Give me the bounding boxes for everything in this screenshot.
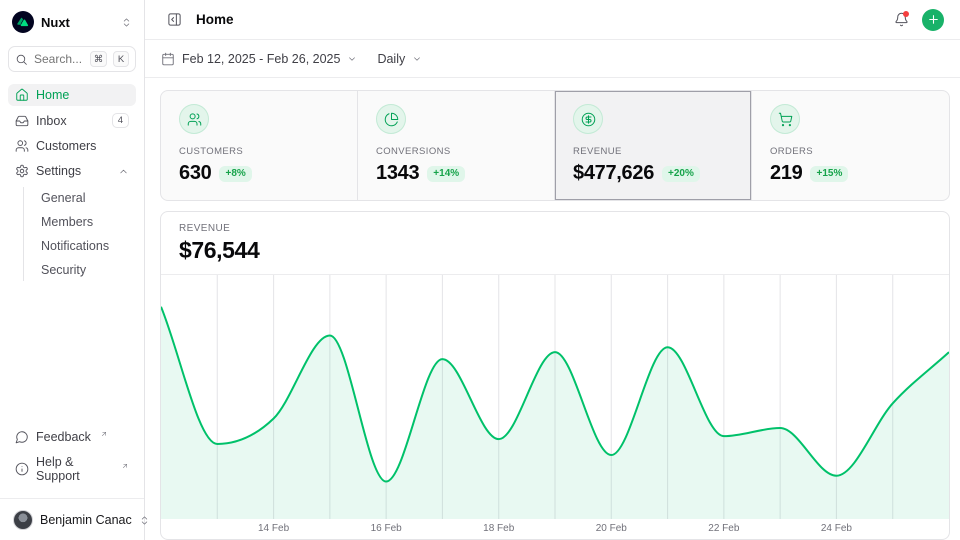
stat-value: 630 [179, 162, 211, 185]
notification-dot [903, 11, 909, 17]
x-axis-label: 14 Feb [258, 523, 289, 534]
kbd-k: K [113, 51, 129, 67]
help-support-link[interactable]: Help & Support [8, 451, 136, 487]
nuxt-logo [12, 11, 34, 33]
stat-value: 1343 [376, 162, 419, 185]
sidebar-item-customers[interactable]: Customers [8, 135, 136, 157]
user-name: Benjamin Canac [40, 513, 132, 527]
dashboard-app: Nuxt ⌘ K Home Inbo [0, 0, 960, 540]
workspace-name: Nuxt [41, 15, 70, 30]
chart-x-axis: 14 Feb 16 Feb 18 Feb 20 Feb 22 Feb 24 Feb [161, 519, 949, 539]
date-range-value: Feb 12, 2025 - Feb 26, 2025 [182, 52, 340, 66]
inbox-count-badge: 4 [112, 113, 129, 128]
period-select[interactable]: Daily [377, 52, 422, 66]
revenue-chart-card: REVENUE $76,544 14 Feb 16 Feb 18 Feb 20 Feb… [160, 211, 950, 540]
chevron-down-icon [412, 54, 422, 64]
users-icon [15, 139, 29, 153]
search-input[interactable] [34, 52, 84, 66]
stat-card-revenue[interactable]: REVENUE $477,626 +20% [555, 91, 752, 200]
footer-link-label: Feedback [36, 430, 91, 444]
page-header: Home [145, 0, 960, 40]
search-box[interactable]: ⌘ K [8, 46, 136, 72]
content: CUSTOMERS 630 +8% CONVERSIONS 1343 +14% [145, 78, 960, 540]
stat-value: 219 [770, 162, 802, 185]
chart-canvas[interactable] [161, 275, 949, 519]
add-button[interactable] [922, 9, 944, 31]
stat-label: REVENUE [573, 146, 733, 157]
external-link-icon [121, 462, 129, 470]
settings-sub-nav: General Members Notifications Security [23, 187, 136, 281]
sidebar-item-settings[interactable]: Settings [8, 160, 136, 182]
sidebar-item-general[interactable]: General [35, 187, 136, 209]
notifications-button[interactable] [888, 7, 914, 33]
sidebar-item-security[interactable]: Security [35, 259, 136, 281]
sidebar-item-label: Inbox [36, 114, 67, 128]
main-area: Home Fe [145, 0, 960, 540]
external-link-icon [100, 430, 108, 438]
stat-delta-badge: +14% [427, 166, 465, 182]
stat-delta-badge: +20% [662, 166, 700, 182]
x-axis-label: 24 Feb [821, 523, 852, 534]
sidebar-item-label: Settings [36, 164, 81, 178]
chart-metric-value: $76,544 [179, 237, 931, 264]
x-axis-label: 18 Feb [483, 523, 514, 534]
dollar-circle-icon [573, 104, 603, 134]
avatar [13, 510, 33, 530]
sidebar-item-home[interactable]: Home [8, 84, 136, 106]
stat-label: ORDERS [770, 146, 931, 157]
calendar-icon [161, 52, 175, 66]
sidebar-collapse-button[interactable] [161, 7, 187, 33]
pie-chart-icon [376, 104, 406, 134]
stat-delta-badge: +8% [219, 166, 251, 182]
feedback-link[interactable]: Feedback [8, 426, 136, 448]
footer-link-label: Help & Support [36, 455, 112, 483]
stat-label: CUSTOMERS [179, 146, 339, 157]
x-axis-label: 22 Feb [708, 523, 739, 534]
sidebar: Nuxt ⌘ K Home Inbo [0, 0, 145, 540]
chevron-up-icon [118, 166, 129, 177]
search-icon [15, 53, 28, 66]
stat-card-conversions[interactable]: CONVERSIONS 1343 +14% [358, 91, 555, 200]
stat-label: CONVERSIONS [376, 146, 536, 157]
message-circle-icon [15, 430, 29, 444]
stat-delta-badge: +15% [810, 166, 848, 182]
sidebar-divider [0, 498, 144, 499]
panel-left-close-icon [167, 12, 182, 27]
page-title: Home [196, 12, 234, 27]
sidebar-item-label: Customers [36, 139, 96, 153]
chevron-down-icon [347, 54, 357, 64]
filter-toolbar: Feb 12, 2025 - Feb 26, 2025 Daily [145, 40, 960, 78]
x-axis-label: 16 Feb [371, 523, 402, 534]
sidebar-item-notifications[interactable]: Notifications [35, 235, 136, 257]
period-value: Daily [377, 52, 405, 66]
sidebar-item-inbox[interactable]: Inbox 4 [8, 109, 136, 132]
gear-icon [15, 164, 29, 178]
user-menu[interactable]: Benjamin Canac [8, 502, 136, 532]
sidebar-footer: Feedback Help & Support Benjamin Canac [8, 426, 136, 532]
workspace-switcher[interactable]: Nuxt [8, 8, 136, 36]
stat-value: $477,626 [573, 162, 654, 185]
stat-card-orders[interactable]: ORDERS 219 +15% [752, 91, 949, 200]
stat-card-customers[interactable]: CUSTOMERS 630 +8% [161, 91, 358, 200]
chevron-up-down-icon [121, 17, 132, 28]
x-axis-label: 20 Feb [596, 523, 627, 534]
sidebar-item-members[interactable]: Members [35, 211, 136, 233]
date-range-picker[interactable]: Feb 12, 2025 - Feb 26, 2025 [161, 52, 357, 66]
users-icon [179, 104, 209, 134]
sidebar-nav: Home Inbox 4 Customers Settings [8, 84, 136, 283]
house-icon [15, 88, 29, 102]
info-circle-icon [15, 462, 29, 476]
stats-row: CUSTOMERS 630 +8% CONVERSIONS 1343 +14% [160, 90, 950, 201]
sidebar-item-label: Home [36, 88, 69, 102]
inbox-icon [15, 114, 29, 128]
kbd-command: ⌘ [90, 51, 107, 67]
chart-metric-label: REVENUE [179, 223, 931, 234]
cart-icon [770, 104, 800, 134]
plus-icon [927, 13, 940, 26]
revenue-area-chart[interactable] [161, 275, 949, 519]
chart-header: REVENUE $76,544 [161, 212, 949, 275]
